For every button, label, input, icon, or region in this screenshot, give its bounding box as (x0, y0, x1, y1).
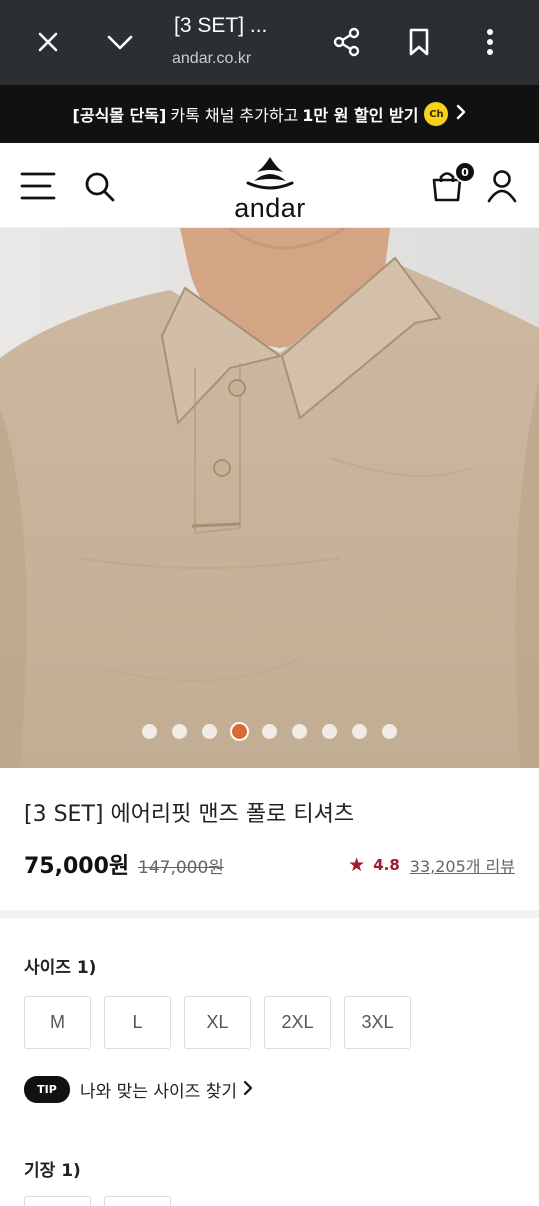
size-option-l[interactable]: L (104, 996, 171, 1049)
url-text[interactable]: andar.co.kr (172, 50, 262, 68)
size-option-2xl[interactable]: 2XL (264, 996, 331, 1049)
size-option-3xl[interactable]: 3XL (344, 996, 411, 1049)
tip-badge: TIP (24, 1076, 70, 1103)
carousel-dot[interactable] (172, 724, 187, 739)
product-info: [3 SET] 에어리핏 맨즈 폴로 티셔츠 (24, 796, 515, 828)
product-title: [3 SET] 에어리핏 맨즈 폴로 티셔츠 (24, 802, 355, 827)
account-icon[interactable] (486, 169, 518, 207)
size-guide-link[interactable]: TIP 나와 맞는 사이즈 찾기 (24, 1076, 253, 1103)
size-options: M L XL 2XL 3XL (24, 996, 411, 1049)
rating-summary[interactable]: ★ 4.8 33,205개 리뷰 (348, 853, 515, 877)
kakao-channel-icon: Ch (424, 102, 449, 126)
promo-bold-suffix: 1만 원 할인 받기 (302, 106, 419, 125)
carousel-dots (0, 724, 539, 739)
site-header: andar 0 (0, 143, 539, 228)
logo-mark-icon (246, 157, 294, 190)
length-option[interactable] (24, 1196, 91, 1206)
section-divider (0, 910, 539, 918)
menu-icon[interactable] (20, 171, 56, 205)
carousel-dot[interactable] (262, 724, 277, 739)
length-options (24, 1196, 171, 1206)
page-title: [3 SET] ... (174, 14, 268, 37)
chevron-right-icon (456, 104, 466, 124)
carousel-dot[interactable] (382, 724, 397, 739)
size-option-m[interactable]: M (24, 996, 91, 1049)
carousel-dot[interactable] (232, 724, 247, 739)
carousel-dot[interactable] (292, 724, 307, 739)
close-icon[interactable] (30, 24, 66, 60)
review-count-link[interactable]: 33,205개 리뷰 (410, 853, 515, 877)
promo-text: 카톡 채널 추가하고 (170, 106, 299, 125)
product-image[interactable] (0, 228, 539, 768)
price-row: 75,000원 147,000원 ★ 4.8 33,205개 리뷰 (24, 848, 515, 879)
cart-button[interactable]: 0 (430, 161, 476, 203)
carousel-dot[interactable] (202, 724, 217, 739)
logo-text: andar (234, 193, 306, 223)
original-price: 147,000원 (138, 858, 224, 878)
size-label: 사이즈 1) (24, 958, 97, 978)
carousel-dot[interactable] (352, 724, 367, 739)
cart-count-badge: 0 (454, 161, 476, 183)
browser-toolbar: [3 SET] ... andar.co.kr (0, 0, 539, 85)
size-guide-text: 나와 맞는 사이즈 찾기 (80, 1082, 237, 1102)
share-icon[interactable] (329, 24, 365, 60)
promo-bold-prefix: [공식몰 단독] (72, 106, 167, 125)
more-vert-icon[interactable] (472, 24, 508, 60)
rating-score: 4.8 (373, 856, 400, 874)
length-option[interactable] (104, 1196, 171, 1206)
chevron-right-icon (243, 1080, 253, 1100)
carousel-dot[interactable] (142, 724, 157, 739)
chevron-down-icon[interactable] (102, 24, 138, 60)
andar-logo[interactable]: andar (224, 153, 316, 223)
length-label: 기장 1) (24, 1161, 81, 1181)
carousel-dot[interactable] (322, 724, 337, 739)
star-icon: ★ (348, 854, 366, 876)
promo-banner[interactable]: [공식몰 단독] 카톡 채널 추가하고 1만 원 할인 받기 Ch (0, 85, 539, 143)
polo-shirt-image (0, 228, 539, 768)
sale-price: 75,000원 (24, 854, 130, 879)
search-icon[interactable] (84, 171, 116, 207)
bookmark-icon[interactable] (401, 24, 437, 60)
size-option-xl[interactable]: XL (184, 996, 251, 1049)
